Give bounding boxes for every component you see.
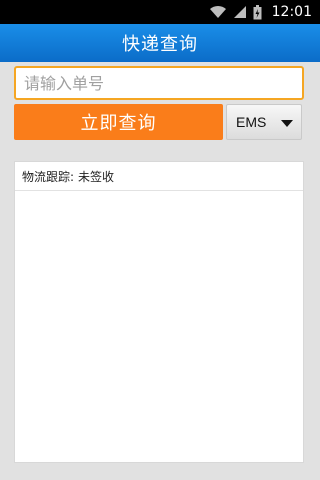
tracking-status-line: 物流跟踪: 未签收 [15, 162, 303, 190]
divider [15, 190, 303, 191]
tracking-result-panel: 物流跟踪: 未签收 [14, 161, 304, 463]
status-icons: 12:01 [209, 3, 312, 21]
tracking-status-value: 未签收 [78, 169, 115, 184]
query-button[interactable]: 立即查询 [14, 104, 223, 140]
tracking-number-input[interactable] [16, 68, 302, 98]
tracking-number-field[interactable] [14, 66, 304, 100]
query-button-label: 立即查询 [80, 113, 157, 134]
clock: 12:01 [271, 4, 312, 20]
wifi-icon [209, 5, 227, 19]
app-header: 快递查询 [0, 24, 320, 62]
carrier-select-value: EMS [236, 114, 267, 130]
signal-icon [233, 5, 247, 19]
dropdown-arrow-icon [281, 113, 293, 132]
battery-icon [253, 4, 262, 20]
carrier-select[interactable]: EMS [226, 104, 302, 140]
tracking-status-label: 物流跟踪: [22, 169, 75, 184]
status-bar: 12:01 [0, 0, 320, 24]
page-title: 快递查询 [122, 34, 198, 55]
